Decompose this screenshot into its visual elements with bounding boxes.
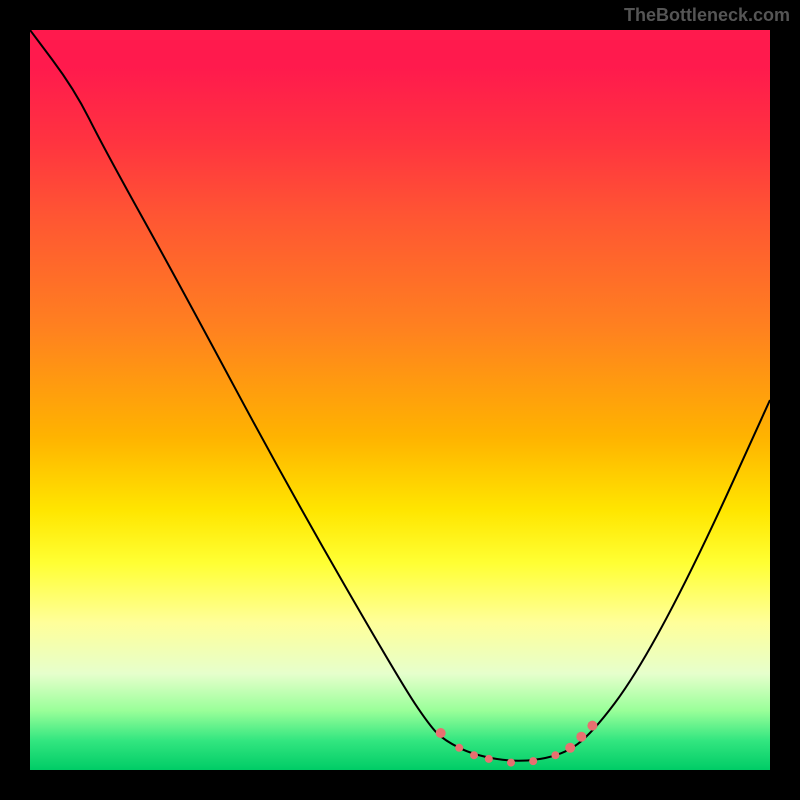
chart-plot-area [30,30,770,770]
watermark-text: TheBottleneck.com [624,5,790,26]
